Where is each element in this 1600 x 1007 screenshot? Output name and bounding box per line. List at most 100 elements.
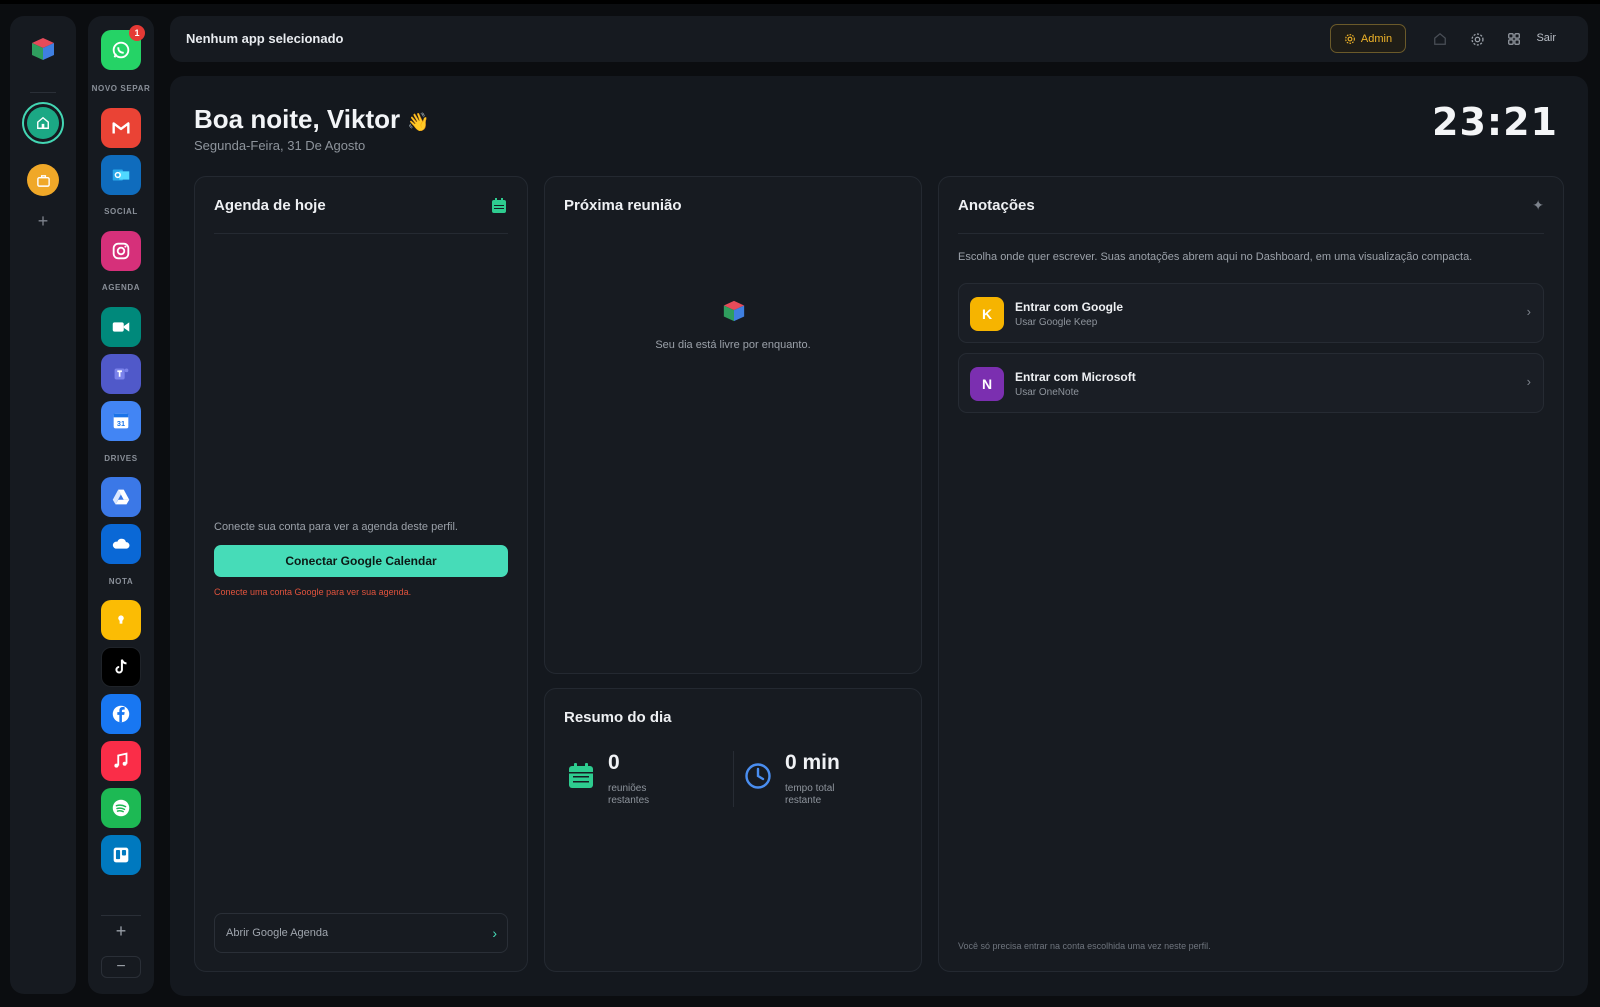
google-meet-app[interactable] <box>101 307 141 347</box>
outlook-app[interactable] <box>101 155 141 195</box>
profile-home-button[interactable] <box>22 102 64 144</box>
spotify-icon <box>112 799 130 817</box>
clock-icon <box>745 763 771 789</box>
drive-icon <box>112 489 130 505</box>
option-subtitle: Usar Google Keep <box>1015 317 1098 328</box>
divider <box>958 233 1544 234</box>
chevron-right-icon: › <box>1526 304 1531 319</box>
group-label: NOTA <box>108 577 134 586</box>
agenda-title: Agenda de hoje <box>214 197 326 214</box>
sparkle-icon[interactable]: ✦ <box>1532 197 1544 214</box>
whatsapp-app[interactable]: 1 <box>101 25 145 70</box>
google-drive-app[interactable] <box>101 477 141 517</box>
calendar-icon <box>569 763 593 788</box>
next-meeting-message: Seu dia está livre por enquanto. <box>655 339 811 351</box>
option-subtitle: Usar OneNote <box>1015 387 1079 398</box>
collapse-button[interactable]: − <box>101 956 141 978</box>
waving-hand-icon: 👋 <box>407 112 430 132</box>
outlook-icon <box>112 169 130 181</box>
home-button[interactable] <box>1430 29 1450 49</box>
rail-divider <box>30 92 56 93</box>
add-profile-button[interactable]: + <box>31 209 55 233</box>
notes-title: Anotações <box>958 197 1035 214</box>
tiktok-app[interactable] <box>101 647 141 687</box>
google-keep-icon: K <box>970 297 1004 331</box>
gmail-icon <box>112 122 130 134</box>
app-logo-icon <box>723 300 745 322</box>
lightbulb-icon <box>118 615 124 624</box>
app-logo-icon[interactable] <box>30 36 56 62</box>
group-label: NOVO SEPAR <box>91 84 151 93</box>
day-summary-card: Resumo do dia 0 reuniões restantes 0 min… <box>544 688 922 972</box>
notes-card: Anotações ✦ Escolha onde quer escrever. … <box>938 176 1564 972</box>
top-bar: Nenhum app selecionado Admin Sair <box>170 16 1588 62</box>
tiktok-icon <box>115 659 127 674</box>
calendar-icon <box>492 198 506 213</box>
onenote-icon: N <box>970 367 1004 401</box>
summary-title: Resumo do dia <box>564 709 672 726</box>
instagram-icon <box>112 242 130 260</box>
admin-button[interactable]: Admin <box>1330 24 1406 53</box>
cloud-icon <box>112 538 130 549</box>
facebook-icon <box>112 705 130 723</box>
teams-app[interactable] <box>101 354 141 394</box>
connect-google-calendar-button[interactable]: Conectar Google Calendar <box>214 545 508 577</box>
divider <box>214 233 508 234</box>
onenote-login-option[interactable]: N Entrar com Microsoft Usar OneNote › <box>958 353 1544 413</box>
trello-icon <box>113 847 129 863</box>
google-keep-app[interactable] <box>101 600 141 640</box>
notes-description: Escolha onde quer escrever. Suas anotaçõ… <box>958 251 1473 263</box>
teams-icon <box>114 368 129 380</box>
profile-rail: + <box>10 16 76 994</box>
home-icon <box>37 116 49 129</box>
facebook-app[interactable] <box>101 694 141 734</box>
gmail-app[interactable] <box>101 108 141 148</box>
next-meeting-title: Próxima reunião <box>564 197 682 214</box>
spotify-app[interactable] <box>101 788 141 828</box>
settings-button[interactable] <box>1467 29 1487 49</box>
chevron-right-icon: › <box>492 925 497 941</box>
dashboard: Boa noite, Viktor 👋 Segunda-Feira, 31 De… <box>170 76 1588 996</box>
option-name: Entrar com Google <box>1015 300 1124 314</box>
logout-button[interactable]: Sair <box>1536 32 1556 44</box>
notes-footer: Você só precisa entrar na conta escolhid… <box>958 941 1211 951</box>
admin-label: Admin <box>1360 32 1393 45</box>
time-label: tempo total restante <box>785 783 835 806</box>
meetings-value: 0 <box>608 751 620 774</box>
agenda-card: Agenda de hoje Conecte sua conta para ve… <box>194 176 528 972</box>
calendar-icon: 31 <box>113 413 129 429</box>
google-calendar-app[interactable]: 31 <box>101 401 141 441</box>
apple-music-app[interactable] <box>101 741 141 781</box>
agenda-message: Conecte sua conta para ver a agenda dest… <box>214 521 458 533</box>
open-agenda-label: Abrir Google Agenda <box>226 927 329 939</box>
instagram-app[interactable] <box>101 231 141 271</box>
notification-badge: 1 <box>129 25 145 41</box>
app-sidebar: 1 NOVO SEPAR SOCIAL AGENDA 31 DRIVES NOT… <box>88 16 154 994</box>
grid-view-button[interactable] <box>1504 29 1524 49</box>
greeting: Boa noite, Viktor 👋 <box>194 104 430 135</box>
clock: 23:21 <box>1432 100 1558 144</box>
gear-icon <box>1344 33 1355 44</box>
add-app-button[interactable]: + <box>101 915 141 945</box>
gear-icon <box>1470 32 1484 46</box>
time-value: 0 min <box>785 751 840 774</box>
video-camera-icon <box>112 322 130 332</box>
meetings-label: reuniões restantes <box>608 783 650 806</box>
group-label: SOCIAL <box>104 207 138 216</box>
grid-icon <box>1508 33 1520 45</box>
profile-work-button[interactable] <box>27 164 59 196</box>
group-label: DRIVES <box>104 454 138 463</box>
stat-divider <box>733 751 734 807</box>
whatsapp-icon <box>112 41 130 59</box>
google-keep-login-option[interactable]: K Entrar com Google Usar Google Keep › <box>958 283 1544 343</box>
open-google-agenda-link[interactable]: Abrir Google Agenda › <box>214 913 508 953</box>
selected-app-title: Nenhum app selecionado <box>186 31 344 46</box>
trello-app[interactable] <box>101 835 141 875</box>
onedrive-app[interactable] <box>101 524 141 564</box>
option-name: Entrar com Microsoft <box>1015 370 1136 384</box>
home-icon <box>1434 32 1446 45</box>
briefcase-icon <box>36 174 50 187</box>
top-edge <box>0 0 1600 4</box>
group-label: AGENDA <box>101 283 141 292</box>
current-date: Segunda-Feira, 31 De Agosto <box>194 138 366 153</box>
